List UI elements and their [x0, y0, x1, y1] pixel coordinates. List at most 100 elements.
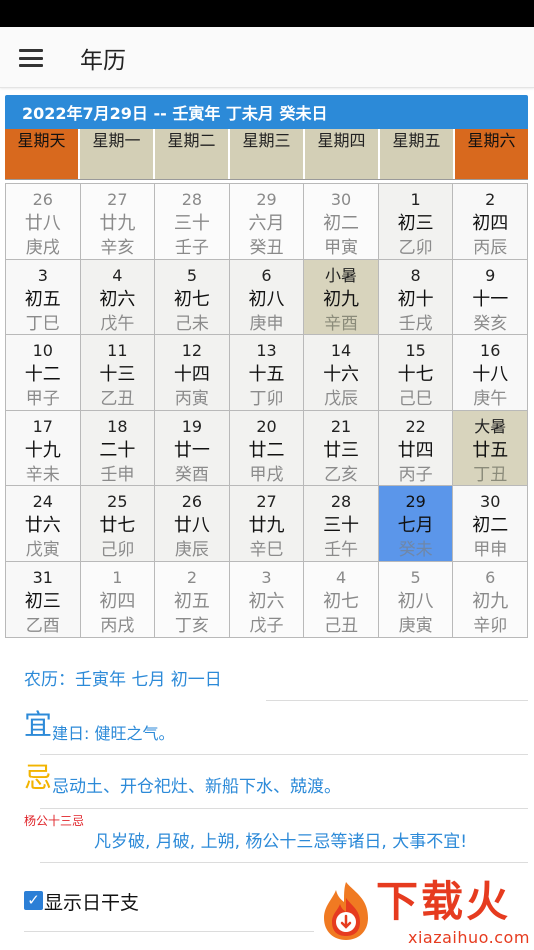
calendar-day[interactable]: 22 廿四 丙子	[378, 410, 453, 486]
day-number: 30	[480, 492, 501, 512]
lunar-day: 初八	[397, 590, 434, 612]
ganzhi-day: 庚午	[473, 389, 508, 410]
calendar-day[interactable]: 18 二十 壬申	[80, 410, 155, 486]
calendar-day[interactable]: 8 初十 壬戌	[378, 259, 453, 335]
calendar-day[interactable]: 3 初六 戊子	[229, 561, 304, 637]
ganzhi-day: 乙亥	[324, 464, 359, 485]
day-number: 18	[107, 416, 128, 436]
day-number: 11	[107, 341, 128, 361]
ganzhi-day: 甲申	[473, 540, 508, 561]
calendar-day[interactable]: 27 廿九 辛亥	[80, 184, 155, 259]
day-number: 17	[32, 416, 53, 436]
calendar-day[interactable]: 17 十九 辛未	[6, 410, 80, 486]
calendar-day[interactable]: 1 初三 乙卯	[378, 184, 453, 259]
calendar-day[interactable]: 29 六月 癸丑	[229, 184, 304, 259]
calendar-day[interactable]: 30 初二 甲申	[453, 486, 527, 561]
lunar-day: 廿九	[99, 213, 136, 234]
ganzhi-day: 己卯	[100, 540, 135, 561]
lunar-date: 农历：壬寅年 七月 初一日	[24, 670, 222, 690]
lunar-day: 初三	[24, 590, 61, 612]
calendar-day[interactable]: 小暑 初九 辛酉	[304, 259, 378, 335]
status-bar	[0, 0, 534, 27]
day-number: 6	[485, 567, 496, 587]
calendar-day[interactable]: 31 初三乙酉	[6, 561, 80, 637]
calendar-day[interactable]: 15 十七 己巳	[378, 335, 453, 410]
ganzhi-day: 乙酉	[25, 615, 60, 636]
calendar-day[interactable]: 6 初九辛卯	[453, 561, 527, 637]
lunar-day: 廿六	[24, 515, 61, 537]
divider	[24, 931, 314, 932]
calendar-day[interactable]: 4 初七 己丑	[304, 561, 378, 637]
watermark-url: xiazaihuo.com	[408, 928, 530, 947]
calendar-day[interactable]: 26 廿八 庚戌	[6, 184, 80, 259]
calendar-day[interactable]: 26 廿八 庚辰	[155, 486, 229, 561]
calendar-day[interactable]: 1 初四 丙戌	[80, 561, 155, 637]
calendar-day[interactable]: 2 初五 丁亥	[155, 561, 229, 637]
show-ganzhi-label: 显示日干支	[44, 892, 140, 914]
calendar-day[interactable]: 12 十四 丙寅	[155, 335, 229, 410]
calendar-day[interactable]: 5 初七 己未	[155, 259, 229, 335]
calendar-day[interactable]: 9 十一 癸亥	[453, 259, 527, 335]
day-number: 16	[480, 341, 501, 361]
calendar-day[interactable]: 20 廿二 甲戌	[229, 410, 304, 486]
calendar-day[interactable]: 16 十八 庚午	[453, 335, 527, 410]
lunar-day: 初六	[248, 590, 285, 612]
calendar-day[interactable]: 28 三十 壬午	[304, 486, 378, 561]
yi-text: 建日: 健旺之气。	[52, 724, 175, 743]
calendar-day[interactable]: 19 廿一 癸酉	[155, 410, 229, 486]
ganzhi-day: 庚戌	[25, 238, 60, 258]
calendar-day[interactable]: 21 廿三 乙亥	[304, 410, 378, 486]
weekday-header-row: 星期天 星期一 星期二 星期三 星期四 星期五 星期六	[5, 129, 528, 180]
day-number: 10	[32, 341, 53, 361]
ganzhi-day: 丁巳	[25, 313, 60, 334]
lunar-day: 初九	[472, 590, 509, 612]
check-icon[interactable]: ✓	[24, 891, 43, 910]
day-number: 31	[32, 567, 53, 587]
day-number: 1	[112, 567, 123, 587]
day-number: 25	[107, 492, 128, 512]
calendar-day[interactable]: 13 十五 丁卯	[229, 335, 304, 410]
day-number: 29	[405, 492, 426, 512]
lunar-day: 初二	[323, 213, 360, 234]
calendar-day[interactable]: 3 初五 丁巳	[6, 259, 80, 335]
calendar-day[interactable]: 2 初四 丙辰	[453, 184, 527, 259]
calendar-day[interactable]: 5 初八 庚寅	[378, 561, 453, 637]
divider	[40, 862, 528, 863]
yang-gong-label: 杨公十三忌	[24, 814, 85, 828]
day-number: 20	[256, 416, 277, 436]
weekday-wed: 星期三	[230, 129, 305, 179]
calendar-day[interactable]: 27 廿九 辛巳	[229, 486, 304, 561]
ganzhi-day: 甲戌	[249, 464, 284, 485]
lunar-day: 廿七	[99, 515, 136, 537]
divider	[266, 700, 528, 701]
hamburger-menu-icon[interactable]	[19, 49, 43, 67]
lunar-day: 十四	[173, 364, 210, 386]
day-number: 19	[181, 416, 203, 436]
calendar-day-selected[interactable]: 29 七月 癸未	[378, 486, 453, 561]
calendar-day[interactable]: 6 初八 庚申	[229, 259, 304, 335]
calendar-day[interactable]: 10 十二 甲子	[6, 335, 80, 410]
calendar-day[interactable]: 24 廿六 戊寅	[6, 486, 80, 561]
lunar-day: 六月	[248, 213, 285, 234]
calendar-day[interactable]: 25 廿七己卯	[80, 486, 155, 561]
day-number: 27	[107, 190, 128, 209]
lunar-day: 初五	[173, 590, 210, 612]
day-number: 8	[410, 265, 421, 285]
calendar-day[interactable]: 28 三十 壬子	[155, 184, 229, 259]
calendar-day[interactable]: 大暑 廿五 丁丑	[453, 410, 527, 486]
ganzhi-day: 辛卯	[473, 615, 508, 636]
calendar-day[interactable]: 30 初二 甲寅	[304, 184, 378, 259]
calendar-day[interactable]: 14 十六 戊辰	[304, 335, 378, 410]
lunar-day: 初七	[323, 590, 360, 612]
divider	[40, 754, 528, 755]
calendar-day[interactable]: 11 十三 乙丑	[80, 335, 155, 410]
lunar-day: 十九	[24, 439, 61, 461]
ganzhi-day: 丁亥	[174, 615, 209, 636]
ganzhi-day: 丙子	[398, 464, 433, 485]
ganzhi-day: 辛酉	[324, 313, 359, 334]
ganzhi-day: 甲子	[25, 389, 60, 410]
watermark-logo: 下载火 xiazaihuo.com	[316, 878, 534, 950]
page-title: 年历	[80, 48, 126, 74]
calendar-day[interactable]: 4 初六 戊午	[80, 259, 155, 335]
lunar-day: 初七	[173, 288, 210, 310]
